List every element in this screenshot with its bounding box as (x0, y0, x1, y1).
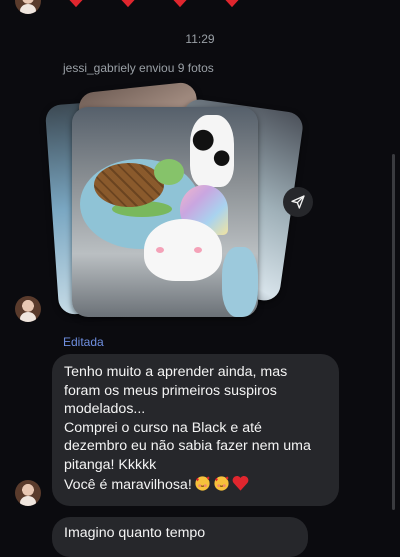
photo-stack[interactable] (44, 81, 305, 320)
heart-icon (173, 0, 187, 8)
message-bubble[interactable]: Imagino quanto tempo (52, 517, 308, 557)
reaction-hearts (0, 0, 400, 10)
message-timestamp: 11:29 (185, 32, 215, 46)
edited-label: Editada (63, 335, 104, 349)
red-heart-icon (232, 475, 249, 491)
message-text: Tenho muito a aprender ainda, mas foram … (64, 364, 311, 493)
share-button[interactable] (283, 187, 313, 217)
photo-content (154, 159, 184, 185)
photo-content (194, 247, 202, 253)
smiling-face-with-hearts-icon (195, 475, 210, 491)
photo-content (156, 247, 164, 253)
scrollbar[interactable] (392, 154, 395, 510)
send-icon (291, 195, 305, 209)
photos-sent-note: jessi_gabriely enviou 9 fotos (63, 61, 214, 75)
smiling-face-with-hearts-icon (214, 475, 229, 491)
heart-icon (225, 0, 239, 8)
heart-icon (69, 0, 83, 8)
sender-avatar[interactable] (15, 480, 41, 506)
photo-content (222, 247, 258, 317)
sender-avatar[interactable] (15, 296, 41, 322)
photo-thumbnail-front (72, 107, 258, 317)
message-text: Imagino quanto tempo (64, 525, 206, 541)
message-bubble[interactable]: Tenho muito a aprender ainda, mas foram … (52, 354, 339, 506)
photo-content (190, 115, 234, 187)
heart-icon (121, 0, 135, 8)
